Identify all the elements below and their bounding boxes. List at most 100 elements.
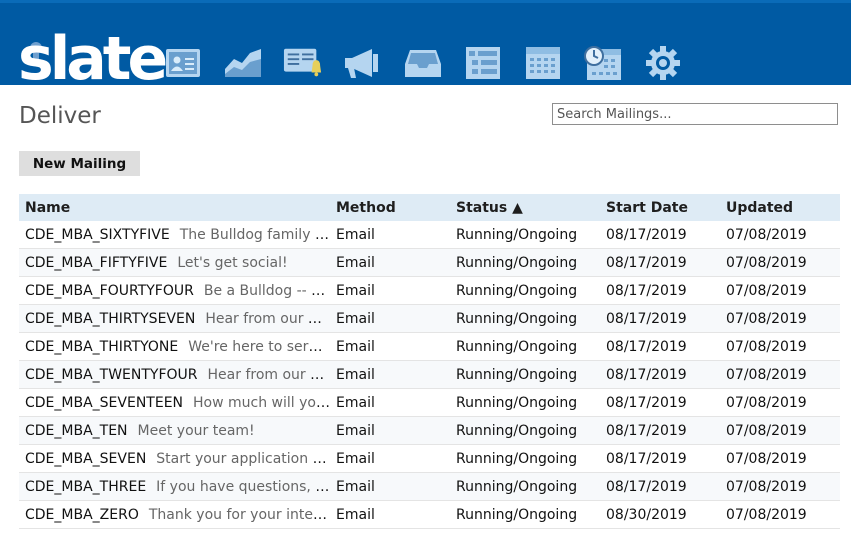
table-row[interactable]: CDE_MBA_FOURTYFOUR Be a Bulldog -- MS...E… [19,276,840,305]
mailing-description: Let's get social! [177,254,288,271]
cell-method: Email [330,388,450,417]
mailing-name[interactable]: CDE_MBA_THIRTYONE [25,339,178,355]
mailing-description: Hear from our onli... [205,310,330,327]
mailing-name[interactable]: CDE_MBA_SIXTYFIVE [25,227,170,243]
cell-status: Running/Ongoing [450,221,600,249]
forms-icon [283,48,322,77]
cell-start-date: 08/17/2019 [600,221,720,249]
cell-method: Email [330,416,450,445]
cell-start-date: 08/17/2019 [600,304,720,333]
cell-method: Email [330,500,450,529]
mailing-description: Meet your team! [137,422,255,439]
table-row[interactable]: CDE_MBA_TWENTYFOUR Hear from our onli...E… [19,360,840,389]
column-header-updated[interactable]: Updated [720,194,840,221]
cell-updated: 07/08/2019 [720,248,840,277]
cell-status: Running/Ongoing [450,248,600,277]
cell-name[interactable]: CDE_MBA_TEN Meet your team! [19,416,330,445]
settings-icon [646,46,680,80]
cell-updated: 07/08/2019 [720,416,840,445]
page-title: Deliver [19,103,101,129]
cell-method: Email [330,472,450,501]
column-header-name[interactable]: Name [19,194,330,221]
mailing-name[interactable]: CDE_MBA_TWENTYFOUR [25,367,198,383]
mailing-description: Start your application toda... [156,450,330,467]
slate-logo[interactable]: slate [18,29,168,89]
cell-status: Running/Ongoing [450,472,600,501]
cell-method: Email [330,332,450,361]
table-row[interactable]: CDE_MBA_SIXTYFIVE The Bulldog family wan.… [19,221,840,249]
nav-reports[interactable] [223,45,263,81]
mailings-table: Name Method Status ▲ Start Date Updated … [19,194,840,529]
mailing-name[interactable]: CDE_MBA_THREE [25,479,146,495]
table-row[interactable]: CDE_MBA_THIRTYSEVEN Hear from our onli...… [19,304,840,333]
mailing-description: Hear from our onli... [207,366,330,383]
cell-start-date: 08/17/2019 [600,360,720,389]
cell-name[interactable]: CDE_MBA_THIRTYSEVEN Hear from our onli... [19,304,330,333]
mailing-name[interactable]: CDE_MBA_FIFTYFIVE [25,255,167,271]
table-row[interactable]: CDE_MBA_SEVEN Start your application toda… [19,444,840,473]
cell-name[interactable]: CDE_MBA_SEVEN Start your application toda… [19,444,330,473]
cell-method: Email [330,221,450,249]
cell-updated: 07/08/2019 [720,276,840,305]
cell-name[interactable]: CDE_MBA_FOURTYFOUR Be a Bulldog -- MS... [19,276,330,305]
nav-schedule[interactable] [583,45,623,81]
mailing-name[interactable]: CDE_MBA_SEVEN [25,451,146,467]
cell-updated: 07/08/2019 [720,472,840,501]
table-row[interactable]: CDE_MBA_SEVENTEEN How much will your ...E… [19,388,840,417]
cell-updated: 07/08/2019 [720,304,840,333]
table-header-row: Name Method Status ▲ Start Date Updated [19,194,840,221]
people-icon [166,49,200,77]
cell-updated: 07/08/2019 [720,388,840,417]
cell-name[interactable]: CDE_MBA_SEVENTEEN How much will your ... [19,388,330,417]
nav-people[interactable] [163,45,203,81]
cell-start-date: 08/17/2019 [600,276,720,305]
mailing-name[interactable]: CDE_MBA_FOURTYFOUR [25,283,194,299]
column-header-method[interactable]: Method [330,194,450,221]
table-row[interactable]: CDE_MBA_ZERO Thank you for your interest.… [19,500,840,529]
cell-method: Email [330,304,450,333]
cell-name[interactable]: CDE_MBA_THIRTYONE We're here to serve ... [19,332,330,361]
mailing-description: Thank you for your interest... [148,506,330,523]
column-header-start-date[interactable]: Start Date [600,194,720,221]
cell-updated: 07/08/2019 [720,332,840,361]
mailing-name[interactable]: CDE_MBA_TEN [25,423,128,439]
cell-name[interactable]: CDE_MBA_TWENTYFOUR Hear from our onli... [19,360,330,389]
table-row[interactable]: CDE_MBA_THREE If you have questions, we .… [19,472,840,501]
cell-name[interactable]: CDE_MBA_THREE If you have questions, we .… [19,472,330,501]
calendar-icon [526,47,560,79]
mailing-name[interactable]: CDE_MBA_ZERO [25,507,139,523]
cell-updated: 07/08/2019 [720,221,840,249]
cell-start-date: 08/17/2019 [600,248,720,277]
table-row[interactable]: CDE_MBA_TEN Meet your team! Email Running/O… [19,416,840,445]
nav-queries[interactable] [463,45,503,81]
cell-status: Running/Ongoing [450,360,600,389]
column-header-status[interactable]: Status ▲ [450,194,600,221]
nav-calendar[interactable] [523,45,563,81]
cell-method: Email [330,360,450,389]
nav-campaigns[interactable] [343,45,383,81]
cell-status: Running/Ongoing [450,388,600,417]
cell-start-date: 08/30/2019 [600,500,720,529]
new-mailing-button[interactable]: New Mailing [19,151,140,176]
cell-updated: 07/08/2019 [720,360,840,389]
cell-status: Running/Ongoing [450,444,600,473]
nav-forms[interactable] [283,45,323,81]
reports-icon [225,49,261,77]
cell-updated: 07/08/2019 [720,444,840,473]
search-input[interactable] [552,103,838,125]
cell-start-date: 08/17/2019 [600,388,720,417]
table-row[interactable]: CDE_MBA_FIFTYFIVE Let's get social! Email R… [19,248,840,277]
table-row[interactable]: CDE_MBA_THIRTYONE We're here to serve ...… [19,332,840,361]
nav-inbox[interactable] [403,45,443,81]
schedule-icon [584,46,621,80]
cell-name[interactable]: CDE_MBA_FIFTYFIVE Let's get social! [19,248,330,277]
mailing-description: How much will your ... [193,394,330,411]
cell-status: Running/Ongoing [450,500,600,529]
nav-settings[interactable] [643,45,683,81]
cell-name[interactable]: CDE_MBA_ZERO Thank you for your interest.… [19,500,330,529]
cell-name[interactable]: CDE_MBA_SIXTYFIVE The Bulldog family wan.… [19,221,330,249]
mailing-name[interactable]: CDE_MBA_THIRTYSEVEN [25,311,195,327]
cell-start-date: 08/17/2019 [600,472,720,501]
campaigns-icon [345,49,378,78]
mailing-name[interactable]: CDE_MBA_SEVENTEEN [25,395,183,411]
